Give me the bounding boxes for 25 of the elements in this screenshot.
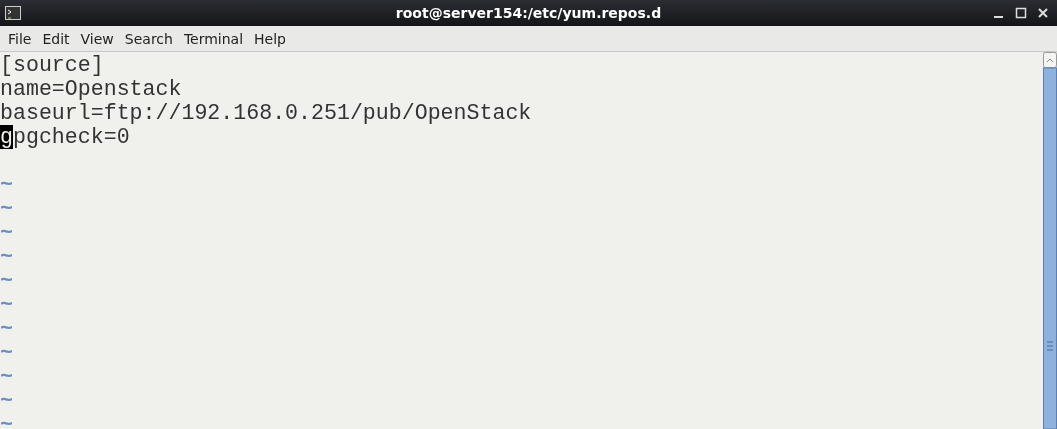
code-line: [source]: [0, 53, 104, 77]
menu-item[interactable]: Terminal: [181, 28, 251, 49]
empty-line-marker: ~: [0, 389, 13, 413]
maximize-button[interactable]: [1013, 5, 1029, 21]
code-line: name=Openstack: [0, 77, 182, 101]
menu-item[interactable]: View: [78, 28, 121, 49]
empty-line-marker: ~: [0, 245, 13, 269]
menu-item[interactable]: Search: [122, 28, 180, 49]
empty-line-marker: ~: [0, 317, 13, 341]
terminal-icon: [5, 6, 21, 20]
menu-item[interactable]: Help: [252, 28, 293, 49]
empty-line-marker: ~: [0, 341, 13, 365]
scrollbar[interactable]: [1043, 52, 1057, 429]
empty-line-marker: ~: [0, 197, 13, 221]
menu-item[interactable]: File: [6, 28, 39, 49]
window-title: root@server154:/etc/yum.repos.d: [395, 5, 662, 21]
empty-line-marker: ~: [0, 365, 13, 389]
code-line: gpgcheck=0: [0, 125, 130, 149]
empty-line-marker: ~: [0, 221, 13, 245]
empty-line-marker: ~: [0, 293, 13, 317]
code-line: baseurl=ftp://192.168.0.251/pub/OpenStack: [0, 101, 532, 125]
empty-line-marker: ~: [0, 269, 13, 293]
empty-line-marker: ~: [0, 173, 13, 197]
empty-line-marker: ~: [0, 413, 13, 429]
menu-item[interactable]: Edit: [40, 28, 77, 49]
